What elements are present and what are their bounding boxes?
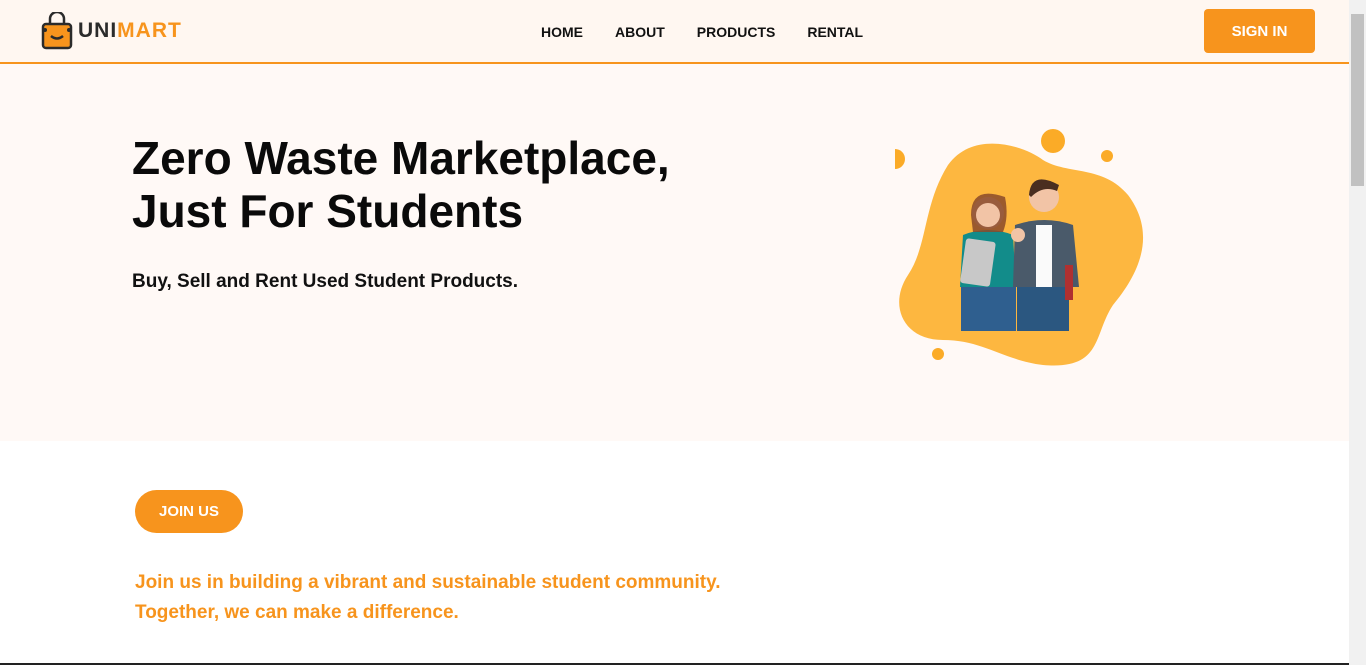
hero-title: Zero Waste Marketplace, Just For Students bbox=[132, 132, 670, 237]
nav-products[interactable]: PRODUCTS bbox=[697, 24, 776, 40]
shopping-bag-icon bbox=[41, 12, 73, 50]
join-tagline: Join us in building a vibrant and sustai… bbox=[135, 572, 721, 623]
logo[interactable]: UNIMART bbox=[40, 12, 182, 50]
students-illustration bbox=[895, 129, 1144, 366]
nav-about[interactable]: ABOUT bbox=[615, 24, 665, 40]
scrollbar-thumb[interactable] bbox=[1351, 14, 1364, 186]
hero-subtitle: Buy, Sell and Rent Used Student Products… bbox=[132, 271, 519, 292]
main-nav: HOME ABOUT PRODUCTS RENTAL bbox=[541, 24, 863, 40]
nav-home[interactable]: HOME bbox=[541, 24, 583, 40]
header: UNIMART HOME ABOUT PRODUCTS RENTAL SIGN … bbox=[0, 0, 1349, 64]
scrollbar[interactable] bbox=[1349, 0, 1366, 665]
nav-rental[interactable]: RENTAL bbox=[807, 24, 863, 40]
logo-text: UNIMART bbox=[78, 19, 182, 42]
sign-in-button[interactable]: SIGN IN bbox=[1204, 9, 1315, 53]
join-us-button[interactable]: JOIN US bbox=[135, 490, 243, 533]
